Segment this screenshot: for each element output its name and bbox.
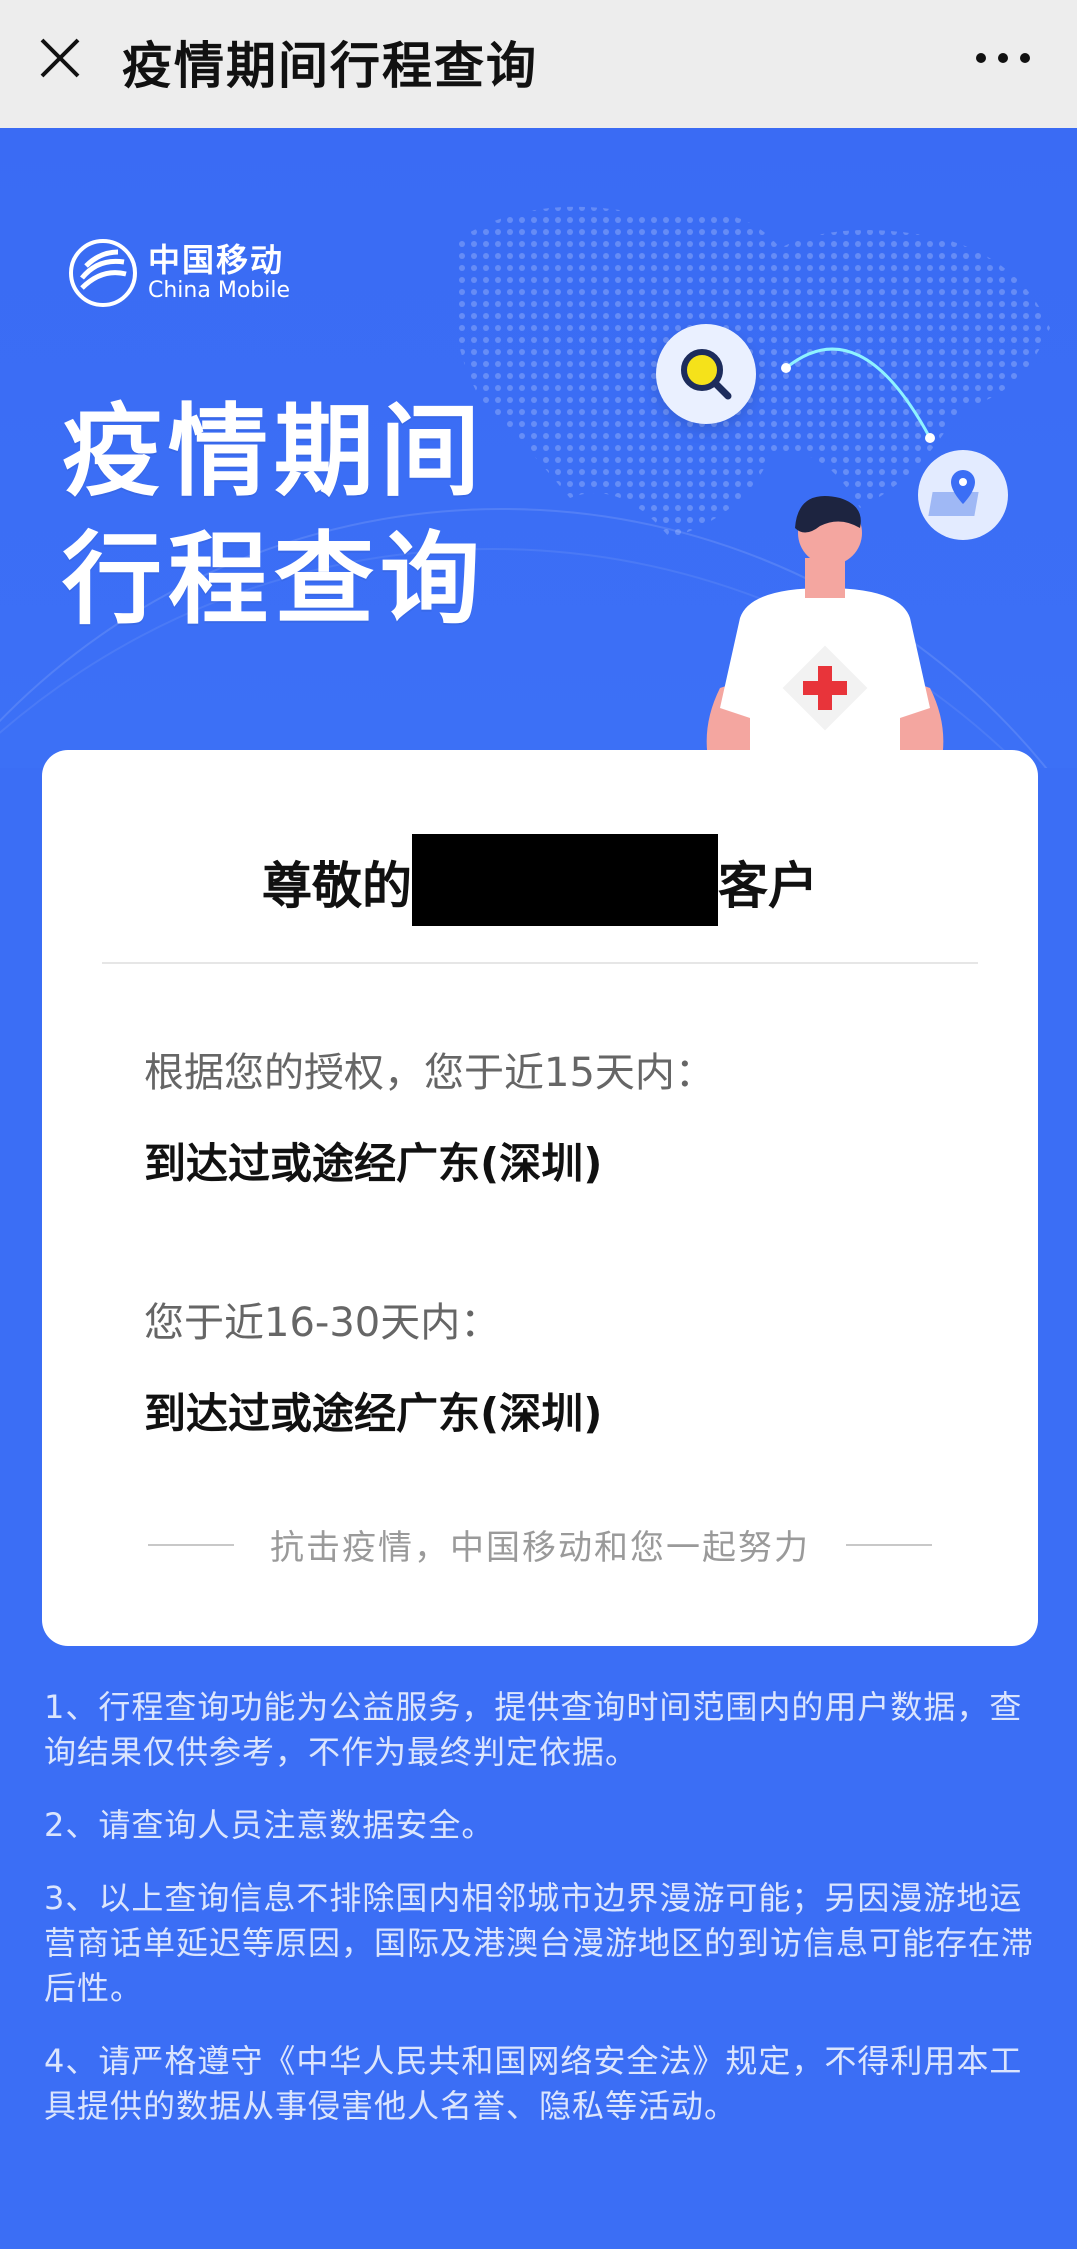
note-item: 3、以上查询信息不排除国内相邻城市边界漫游可能；另因漫游地运营商话单延迟等原因，… — [44, 1879, 1035, 2007]
brand-name-en: China Mobile — [148, 278, 291, 303]
doctor-illustration — [706, 496, 944, 768]
search-bubble — [656, 324, 756, 424]
more-icon[interactable] — [975, 50, 1031, 66]
china-mobile-logo-icon — [69, 239, 137, 307]
notes-list: 1、行程查询功能为公益服务，提供查询时间范围内的用户数据，查询结果仅供参考，不作… — [44, 1685, 1044, 2157]
page-title: 疫情期间行程查询 — [122, 37, 538, 95]
hero-title: 疫情期间 行程查询 — [62, 388, 486, 644]
hero-banner: 中国移动 China Mobile 疫情期间 行程查询 — [0, 128, 1077, 768]
greeting-prefix: 尊敬的 — [262, 857, 412, 915]
hero-title-line: 行程查询 — [62, 521, 486, 638]
route-line — [781, 347, 935, 443]
slogan-text: 抗击疫情，中国移动和您一起努力 — [270, 1528, 810, 1568]
brand-name-cn: 中国移动 — [148, 241, 285, 279]
section1-label: 根据您的授权，您于近15天内： — [144, 1050, 715, 1096]
slogan: 抗击疫情，中国移动和您一起努力 — [42, 1520, 1038, 1569]
section2-label: 您于近16-30天内： — [144, 1300, 501, 1346]
redacted-name — [412, 833, 718, 926]
hero-title-line: 疫情期间 — [62, 393, 486, 510]
section1-value: 到达过或途经广东(深圳) — [144, 1139, 603, 1188]
close-icon[interactable] — [36, 34, 84, 82]
section2-value: 到达过或途经广东(深圳) — [144, 1389, 603, 1438]
brand-logo: 中国移动 China Mobile — [68, 238, 290, 308]
note-item: 4、请严格遵守《中华人民共和国网络安全法》规定，不得利用本工具提供的数据从事侵害… — [44, 2042, 1023, 2125]
divider — [102, 962, 978, 964]
note-item: 1、行程查询功能为公益服务，提供查询时间范围内的用户数据，查询结果仅供参考，不作… — [44, 1688, 1023, 1771]
note-item: 2、请查询人员注意数据安全。 — [44, 1806, 495, 1844]
greeting: 尊敬的 客户 — [42, 833, 1038, 926]
slogan-line-left — [148, 1543, 234, 1546]
slogan-line-right — [846, 1543, 932, 1546]
greeting-suffix: 客户 — [718, 857, 818, 915]
magnifier-icon — [681, 349, 732, 400]
result-card: 尊敬的 客户 根据您的授权，您于近15天内： 到达过或途经广东(深圳) 您于近16… — [42, 750, 1038, 1646]
top-nav-bar: 疫情期间行程查询 — [0, 0, 1077, 128]
